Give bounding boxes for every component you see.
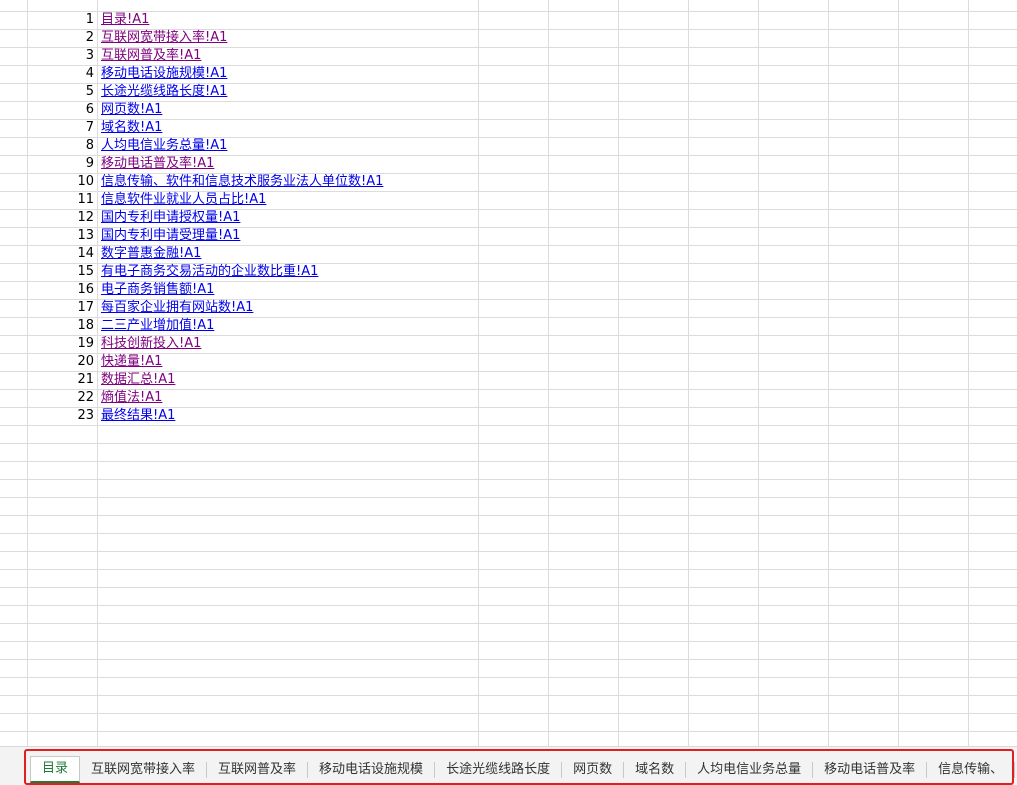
row-index: 1 xyxy=(85,12,94,27)
sheet-tab-active[interactable]: 目录 xyxy=(30,756,81,783)
table-row: 3 互联网普及率!A1 xyxy=(0,47,1017,65)
row-index: 17 xyxy=(77,300,94,315)
sheet-tabs: 目录 互联网宽带接入率 互联网普及率 移动电话设施规模 长途光缆线路长度 网页数 域名数 人均… xyxy=(30,756,1017,784)
row-index: 3 xyxy=(85,48,94,63)
sheet-tab[interactable]: 信息传输、 xyxy=(927,762,1016,778)
row-index: 9 xyxy=(85,156,94,171)
table-row: 11 信息软件业就业人员占比!A1 xyxy=(0,191,1017,209)
table-row: 6 网页数!A1 xyxy=(0,101,1017,119)
spreadsheet-grid[interactable]: 1 目录!A1 2 互联网宽带接入率!A1 3 互联网普及率!A1 4 移动电话设施规模!A1… xyxy=(0,0,1017,746)
row-index: 7 xyxy=(85,120,94,135)
sheet-hyperlink[interactable]: 国内专利申请受理量!A1 xyxy=(101,227,240,245)
sheet-hyperlink[interactable]: 国内专利申请授权量!A1 xyxy=(101,209,240,227)
table-row: 19 科技创新投入!A1 xyxy=(0,335,1017,353)
sheet-hyperlink[interactable]: 移动电话普及率!A1 xyxy=(101,155,214,173)
sheet-hyperlink[interactable]: 数字普惠金融!A1 xyxy=(101,245,201,263)
row-index: 21 xyxy=(77,372,94,387)
sheet-hyperlink[interactable]: 最终结果!A1 xyxy=(101,407,175,425)
sheet-hyperlink[interactable]: 快递量!A1 xyxy=(101,353,162,371)
row-index: 5 xyxy=(85,84,94,99)
table-row: 2 互联网宽带接入率!A1 xyxy=(0,29,1017,47)
table-row: 1 目录!A1 xyxy=(0,11,1017,29)
table-row: 9 移动电话普及率!A1 xyxy=(0,155,1017,173)
row-index: 4 xyxy=(85,66,94,81)
table-row: 13 国内专利申请受理量!A1 xyxy=(0,227,1017,245)
table-row: 21 数据汇总!A1 xyxy=(0,371,1017,389)
table-row: 10 信息传输、软件和信息技术服务业法人单位数!A1 xyxy=(0,173,1017,191)
sheet-tab[interactable]: 移动电话设施规模 xyxy=(308,762,436,778)
table-row: 5 长途光缆线路长度!A1 xyxy=(0,83,1017,101)
row-index: 13 xyxy=(77,228,94,243)
sheet-hyperlink[interactable]: 互联网普及率!A1 xyxy=(101,47,201,65)
row-index: 6 xyxy=(85,102,94,117)
table-row: 12 国内专利申请授权量!A1 xyxy=(0,209,1017,227)
row-index: 22 xyxy=(77,390,94,405)
sheet-tab[interactable]: 网页数 xyxy=(562,762,625,778)
sheet-hyperlink[interactable]: 信息传输、软件和信息技术服务业法人单位数!A1 xyxy=(101,173,383,191)
sheet-hyperlink[interactable]: 电子商务销售额!A1 xyxy=(101,281,214,299)
sheet-hyperlink[interactable]: 熵值法!A1 xyxy=(101,389,162,407)
table-row: 7 域名数!A1 xyxy=(0,119,1017,137)
sheet-tab[interactable]: 互联网普及率 xyxy=(207,762,309,778)
sheet-hyperlink[interactable]: 域名数!A1 xyxy=(101,119,162,137)
row-index: 10 xyxy=(77,174,94,189)
sheet-hyperlink[interactable]: 网页数!A1 xyxy=(101,101,162,119)
sheet-hyperlink[interactable]: 移动电话设施规模!A1 xyxy=(101,65,227,83)
sheet-tab[interactable]: 长途光缆线路长度 xyxy=(435,762,563,778)
sheet-tab[interactable]: 互联网宽带接入率 xyxy=(80,762,208,778)
sheet-tab[interactable]: 人均电信业务总量 xyxy=(686,762,814,778)
sheet-tab[interactable]: 移动电话普及率 xyxy=(813,762,928,778)
row-index: 20 xyxy=(77,354,94,369)
table-row: 18 二三产业增加值!A1 xyxy=(0,317,1017,335)
row-index: 15 xyxy=(77,264,94,279)
row-index: 18 xyxy=(77,318,94,333)
sheet-hyperlink[interactable]: 互联网宽带接入率!A1 xyxy=(101,29,227,47)
table-row: 17 每百家企业拥有网站数!A1 xyxy=(0,299,1017,317)
row-index: 19 xyxy=(77,336,94,351)
sheet-hyperlink[interactable]: 长途光缆线路长度!A1 xyxy=(101,83,227,101)
row-index: 12 xyxy=(77,210,94,225)
row-index: 11 xyxy=(77,192,94,207)
row-index: 8 xyxy=(85,138,94,153)
sheet-hyperlink[interactable]: 数据汇总!A1 xyxy=(101,371,175,389)
sheet-hyperlink[interactable]: 二三产业增加值!A1 xyxy=(101,317,214,335)
sheet-hyperlink[interactable]: 人均电信业务总量!A1 xyxy=(101,137,227,155)
table-row: 20 快递量!A1 xyxy=(0,353,1017,371)
row-index: 14 xyxy=(77,246,94,261)
sheet-hyperlink[interactable]: 目录!A1 xyxy=(101,11,149,29)
row-index: 2 xyxy=(85,30,94,45)
row-index: 23 xyxy=(77,408,94,423)
row-index: 16 xyxy=(77,282,94,297)
sheet-hyperlink[interactable]: 科技创新投入!A1 xyxy=(101,335,201,353)
sheet-tab[interactable]: 域名数 xyxy=(624,762,687,778)
table-row: 16 电子商务销售额!A1 xyxy=(0,281,1017,299)
sheet-hyperlink[interactable]: 每百家企业拥有网站数!A1 xyxy=(101,299,253,317)
table-row: 14 数字普惠金融!A1 xyxy=(0,245,1017,263)
table-row: 15 有电子商务交易活动的企业数比重!A1 xyxy=(0,263,1017,281)
table-row: 4 移动电话设施规模!A1 xyxy=(0,65,1017,83)
table-row: 22 熵值法!A1 xyxy=(0,389,1017,407)
table-row: 8 人均电信业务总量!A1 xyxy=(0,137,1017,155)
sheet-hyperlink[interactable]: 信息软件业就业人员占比!A1 xyxy=(101,191,266,209)
table-row: 23 最终结果!A1 xyxy=(0,407,1017,425)
sheet-hyperlink[interactable]: 有电子商务交易活动的企业数比重!A1 xyxy=(101,263,318,281)
